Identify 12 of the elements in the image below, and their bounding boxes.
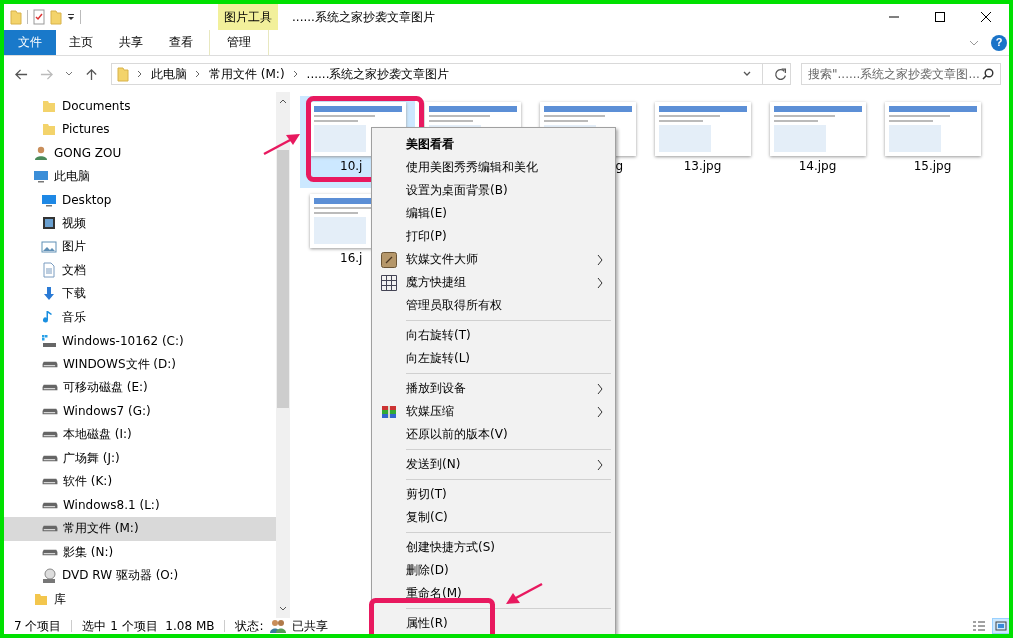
item-count: 7 个项目 bbox=[14, 617, 62, 634]
file-name: 10.j bbox=[340, 159, 363, 173]
file-name: 15.jpg bbox=[913, 159, 952, 173]
file-name: g bbox=[615, 159, 623, 173]
file-name: 16.j bbox=[340, 251, 363, 265]
selection-info: 选中 1 个项目 1.08 MB bbox=[82, 617, 215, 634]
file-name: 13.jpg bbox=[683, 159, 722, 173]
state-label: 状态: bbox=[235, 617, 264, 634]
context-tab-header: 图片工具 bbox=[224, 8, 272, 26]
file-name: 14.jpg bbox=[798, 159, 837, 173]
share-state: 已共享 bbox=[291, 617, 328, 634]
window-title: ......系统之家抄袭文章图片 bbox=[292, 8, 435, 26]
